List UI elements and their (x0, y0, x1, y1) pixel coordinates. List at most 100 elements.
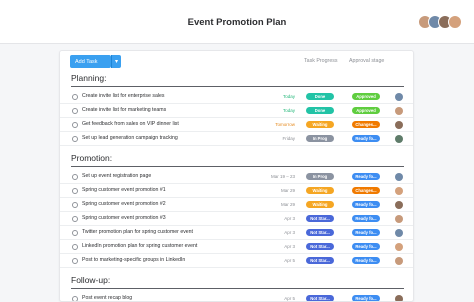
approval-stage-badge[interactable]: Ready fo... (352, 173, 380, 180)
section-header[interactable]: Promotion: (71, 151, 404, 167)
assignee-avatar[interactable] (395, 295, 403, 301)
chevron-down-icon: ▾ (114, 59, 118, 65)
section-label: Planning: (71, 73, 107, 83)
assignee-avatar[interactable] (395, 229, 403, 237)
task-progress-badge[interactable]: Not Star... (306, 257, 334, 264)
task-progress-badge[interactable]: Waiting (306, 187, 334, 194)
page-title: Event Promotion Plan (187, 17, 287, 28)
task-row[interactable]: LinkedIn promotion plan for spring custo… (60, 240, 413, 254)
task-name[interactable]: Post to marketing-specific groups in Lin… (82, 257, 185, 263)
task-row[interactable]: Spring customer event promotion #2 Mar 29… (60, 198, 413, 212)
task-due-date[interactable]: Mar 29 (281, 202, 295, 207)
column-header-approval-stage[interactable]: Approval stage (349, 58, 384, 64)
list-header: Add Task ▾ Task Progress Approval stage (60, 51, 413, 71)
task-due-date[interactable]: Friday (282, 136, 295, 141)
task-name[interactable]: Spring customer event promotion #2 (82, 201, 166, 207)
task-row[interactable]: Spring customer event promotion #1 Mar 29… (60, 184, 413, 198)
task-progress-badge[interactable]: Waiting (306, 201, 334, 208)
approval-stage-badge[interactable]: Approved (352, 93, 380, 100)
assignee-avatar[interactable] (395, 201, 403, 209)
task-complete-checkbox[interactable] (72, 188, 78, 194)
task-progress-badge[interactable]: In Prog (306, 135, 334, 142)
approval-stage-badge[interactable]: Ready fo... (352, 135, 380, 142)
approval-stage-badge[interactable]: Ready fo... (352, 229, 380, 236)
add-task-button[interactable]: Add Task (70, 55, 111, 68)
task-progress-badge[interactable]: Not Star... (306, 243, 334, 250)
approval-stage-badge[interactable]: Changes... (352, 187, 380, 194)
task-complete-checkbox[interactable] (72, 202, 78, 208)
task-progress-badge[interactable]: In Prog (306, 173, 334, 180)
approval-stage-badge[interactable]: Ready fo... (352, 243, 380, 250)
task-name[interactable]: Set up lead generation campaign tracking (82, 135, 178, 141)
task-progress-badge[interactable]: Done (306, 107, 334, 114)
assignee-avatar[interactable] (395, 121, 403, 129)
top-bar: Event Promotion Plan (0, 0, 474, 44)
approval-stage-badge[interactable]: Ready fo... (352, 215, 380, 222)
task-row[interactable]: Post to marketing-specific groups in Lin… (60, 254, 413, 268)
task-complete-checkbox[interactable] (72, 108, 78, 114)
task-complete-checkbox[interactable] (72, 216, 78, 222)
task-progress-badge[interactable]: Not Star... (306, 229, 334, 236)
task-row[interactable]: Spring customer event promotion #3 Apr 3 N… (60, 212, 413, 226)
task-row[interactable]: Post event recap blog Apr 5 Not Star... Rea… (60, 292, 413, 301)
assignee-avatar[interactable] (395, 93, 403, 101)
add-task-dropdown[interactable]: ▾ (111, 55, 121, 68)
task-complete-checkbox[interactable] (72, 122, 78, 128)
assignee-avatar[interactable] (395, 135, 403, 143)
task-name[interactable]: Post event recap blog (82, 295, 132, 301)
task-row[interactable]: Get feedback from sales on VIP dinner li… (60, 118, 413, 132)
assignee-avatar[interactable] (395, 257, 403, 265)
task-due-date[interactable]: Apr 3 (284, 230, 295, 235)
task-complete-checkbox[interactable] (72, 296, 78, 301)
approval-stage-badge[interactable]: Ready fo... (352, 295, 380, 301)
task-name[interactable]: Create invite list for enterprise sales (82, 93, 164, 99)
task-name[interactable]: LinkedIn promotion plan for spring custo… (82, 243, 197, 249)
task-complete-checkbox[interactable] (72, 244, 78, 250)
task-due-date[interactable]: Today (283, 108, 295, 113)
task-list-card: Add Task ▾ Task Progress Approval stage … (59, 50, 414, 302)
task-due-date[interactable]: Tomorrow (275, 122, 295, 127)
task-complete-checkbox[interactable] (72, 174, 78, 180)
avatar[interactable] (448, 15, 462, 29)
task-due-date[interactable]: Mar 29 (281, 188, 295, 193)
task-due-date[interactable]: Apr 5 (284, 296, 295, 301)
assignee-avatar[interactable] (395, 107, 403, 115)
member-avatars[interactable] (418, 15, 462, 29)
task-complete-checkbox[interactable] (72, 258, 78, 264)
task-name[interactable]: Spring customer event promotion #3 (82, 215, 166, 221)
task-row[interactable]: Create invite list for marketing teams To… (60, 104, 413, 118)
task-due-date[interactable]: Apr 5 (284, 258, 295, 263)
approval-stage-badge[interactable]: Approved (352, 107, 380, 114)
task-name[interactable]: Twitter promotion plan for spring custom… (82, 229, 193, 235)
task-name[interactable]: Create invite list for marketing teams (82, 107, 166, 113)
section-label: Promotion: (71, 153, 113, 163)
assignee-avatar[interactable] (395, 187, 403, 195)
assignee-avatar[interactable] (395, 215, 403, 223)
section-header[interactable]: Planning: (71, 71, 404, 87)
approval-stage-badge[interactable]: Ready fo... (352, 201, 380, 208)
task-complete-checkbox[interactable] (72, 94, 78, 100)
task-progress-badge[interactable]: Waiting (306, 121, 334, 128)
task-progress-badge[interactable]: Done (306, 93, 334, 100)
task-name[interactable]: Set up event registration page (82, 173, 151, 179)
task-due-date[interactable]: Apr 3 (284, 244, 295, 249)
approval-stage-badge[interactable]: Ready fo... (352, 257, 380, 264)
task-progress-badge[interactable]: Not Star... (306, 295, 334, 301)
assignee-avatar[interactable] (395, 173, 403, 181)
column-header-task-progress[interactable]: Task Progress (304, 58, 338, 64)
task-due-date[interactable]: Today (283, 94, 295, 99)
task-row[interactable]: Create invite list for enterprise sales T… (60, 90, 413, 104)
task-complete-checkbox[interactable] (72, 136, 78, 142)
assignee-avatar[interactable] (395, 243, 403, 251)
task-row[interactable]: Set up lead generation campaign tracking… (60, 132, 413, 146)
task-row[interactable]: Set up event registration page Mar 19 – 2… (60, 170, 413, 184)
task-due-date[interactable]: Mar 19 – 23 (271, 174, 295, 179)
task-name[interactable]: Get feedback from sales on VIP dinner li… (82, 121, 179, 127)
task-row[interactable]: Twitter promotion plan for spring custom… (60, 226, 413, 240)
section-header[interactable]: Follow-up: (71, 273, 404, 289)
approval-stage-badge[interactable]: Changes... (352, 121, 380, 128)
task-name[interactable]: Spring customer event promotion #1 (82, 187, 166, 193)
task-progress-badge[interactable]: Not Star... (306, 215, 334, 222)
task-due-date[interactable]: Apr 3 (284, 216, 295, 221)
task-complete-checkbox[interactable] (72, 230, 78, 236)
